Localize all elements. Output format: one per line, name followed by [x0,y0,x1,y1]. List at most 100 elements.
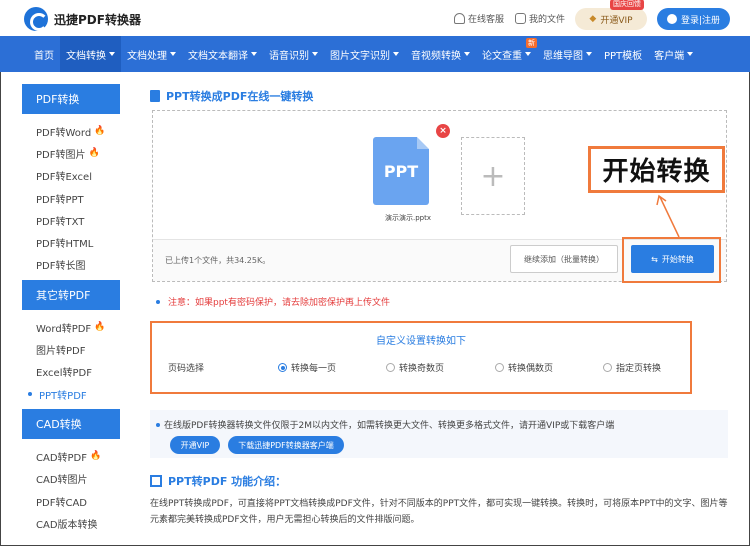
nav-ocr[interactable]: 图片文字识别 [324,36,405,72]
sidebar-section-title[interactable]: 其它转PDF [22,280,120,311]
nav-translate[interactable]: 文档文本翻译 [182,36,263,72]
nav-av-convert[interactable]: 音视频转换 [405,36,476,72]
sidebar-item-pdf-to-ppt[interactable]: PDF转PPT [22,187,120,209]
sidebar-item-label: PPT转PDF [39,390,87,402]
password-notice: 注意：如果ppt有密码保护，请去除加密保护再上传文件 [156,295,390,308]
headset-icon [454,13,465,24]
uploaded-file[interactable]: PPT [373,137,429,205]
brand-logo-icon[interactable] [24,7,48,31]
sidebar-item-label: PDF转图片 [36,149,86,161]
header: 迅捷PDF转换器 在线客服 我的文件 ◆ 开通VIP 国庆回馈 登录|注册 [0,0,750,36]
radio-even-pages[interactable]: 转换偶数页 [495,361,553,374]
chevron-down-icon [525,52,531,56]
sidebar-item-label: CAD转图片 [36,475,88,487]
sidebar: PDF转换 PDF转Word 🔥 PDF转图片 🔥 PDF转Excel PDF转PP… [22,84,120,538]
sidebar-item-ppt-to-pdf[interactable]: PPT转PDF [22,383,120,405]
nav-plagiarism[interactable]: 论文查重新 [476,36,537,72]
login-label: 登录|注册 [680,15,721,26]
vip-button[interactable]: ◆ 开通VIP [575,8,647,30]
upload-status: 已上传1个文件，共34.25K。 [165,256,271,265]
sidebar-item-cad-to-pdf[interactable]: CAD转PDF 🔥 [22,445,120,467]
sidebar-section-title[interactable]: CAD转换 [22,409,120,440]
settings-panel: 自定义设置转换如下 页码选择 转换每一页 转换奇数页 转换偶数页 指定页转换 [150,321,692,394]
radio-odd-pages[interactable]: 转换奇数页 [386,361,444,374]
sidebar-item-pdf-to-word[interactable]: PDF转Word 🔥 [22,120,120,142]
nav-doc-convert[interactable]: 文档转换 [60,36,121,72]
nav-label: 语音识别 [269,50,309,62]
sidebar-item-label: PDF转长图 [36,261,86,273]
page-title: PPT转换成PDF在线一键转换 [150,88,313,104]
new-badge: 新 [526,38,537,48]
sidebar-item-pdf-to-image[interactable]: PDF转图片 🔥 [22,142,120,164]
chevron-down-icon [393,52,399,56]
plus-icon: + [480,158,506,194]
sidebar-item-label: PDF转CAD [36,497,88,509]
sidebar-item-cad-to-image[interactable]: CAD转图片 [22,468,120,490]
highlight-box [622,237,721,283]
vip-label: 开通VIP [600,15,633,26]
limit-info-text: 在线版PDF转换器转换文件仅限于2M以内文件，如需转换更大文件、转换更多格式文件… [156,418,614,431]
my-files-link[interactable]: 我的文件 [515,12,565,25]
diamond-icon: ◆ [589,14,597,24]
sidebar-item-image-to-pdf[interactable]: 图片转PDF [22,338,120,360]
chevron-down-icon [170,52,176,56]
sidebar-item-pdf-to-excel[interactable]: PDF转Excel [22,165,120,187]
sidebar-section-title[interactable]: PDF转换 [22,84,120,114]
nav-label: PPT模板 [604,50,643,62]
nav-doc-process[interactable]: 文档处理 [121,36,182,72]
bullet-icon [156,299,160,304]
nav-ppt-templates[interactable]: PPT模板 [598,36,648,72]
nav-label: 思维导图 [543,50,583,62]
sidebar-item-cad-version[interactable]: CAD版本转换 [22,512,120,534]
file-icon [515,13,526,24]
settings-title: 自定义设置转换如下 [376,336,466,347]
nav-label: 论文查重 [482,50,522,62]
add-more-button[interactable]: 继续添加（批量转换） [510,245,618,273]
chevron-down-icon [312,52,318,56]
document-icon [150,90,160,102]
sidebar-item-pdf-to-txt[interactable]: PDF转TXT [22,209,120,231]
sidebar-item-pdf-to-cad[interactable]: PDF转CAD [22,490,120,512]
file-type-label: PPT [383,161,419,181]
radio-specific-pages[interactable]: 指定页转换 [603,361,661,374]
brand-name[interactable]: 迅捷PDF转换器 [54,11,141,28]
sidebar-item-label: CAD转PDF [36,452,88,464]
nav-speech[interactable]: 语音识别 [263,36,324,72]
radio-icon [603,363,612,372]
nav-label: 文档转换 [66,50,106,62]
remove-file-icon[interactable]: × [436,124,450,138]
my-files-label: 我的文件 [529,15,566,25]
sidebar-item-pdf-to-html[interactable]: PDF转HTML [22,231,120,253]
fire-icon: 🔥 [94,322,106,333]
download-client-button[interactable]: 下载迅捷PDF转换器客户端 [228,436,344,454]
radio-label: 转换偶数页 [508,364,554,374]
sidebar-item-label: Excel转PDF [36,368,92,380]
sidebar-item-pdf-to-long-image[interactable]: PDF转长图 [22,254,120,276]
sidebar-item-label: 图片转PDF [36,346,86,358]
promo-badge: 国庆回馈 [610,0,644,10]
sidebar-item-label: PDF转Word [36,127,92,139]
sidebar-item-label: CAD版本转换 [36,519,98,531]
user-icon [666,14,677,24]
nav-mindmap[interactable]: 思维导图 [537,36,598,72]
customer-service-link[interactable]: 在线客服 [454,12,504,25]
radio-every-page[interactable]: 转换每一页 [278,361,336,374]
intro-text: 在线PPT转换成PDF，可直接将PPT文档转换成PDF文件，针对不同版本的PPT… [150,499,728,525]
open-vip-button[interactable]: 开通VIP [170,436,220,454]
file-name: 演示演示.pptx [385,214,431,222]
nav-label: 音视频转换 [411,50,461,62]
nav-label: 首页 [34,50,54,62]
page-title-text: PPT转换成PDF在线一键转换 [166,90,314,103]
add-file-button[interactable]: + [461,137,525,215]
nav-client[interactable]: 客户端 [648,36,699,72]
nav-home[interactable]: 首页 [28,36,60,72]
radio-label: 转换每一页 [291,364,337,374]
radio-checked-icon [278,363,287,372]
bullet-icon [156,422,160,427]
nav-label: 图片文字识别 [330,50,390,62]
login-button[interactable]: 登录|注册 [657,8,730,30]
sidebar-item-excel-to-pdf[interactable]: Excel转PDF [22,361,120,383]
page-select-label: 页码选择 [168,364,205,374]
chevron-down-icon [687,52,694,56]
sidebar-item-word-to-pdf[interactable]: Word转PDF 🔥 [22,316,120,338]
